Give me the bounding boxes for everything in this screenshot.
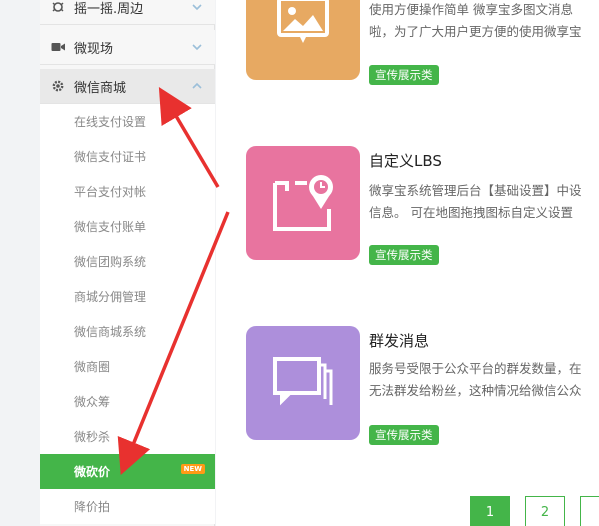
card-desc-line: 服务号受限于公众平台的群发数量，在 bbox=[369, 361, 582, 376]
sidebar-item-label: 微商圈 bbox=[74, 360, 111, 374]
chevron-down-icon[interactable] bbox=[191, 1, 203, 17]
location-map-icon[interactable] bbox=[246, 146, 360, 260]
chevron-up-icon[interactable] bbox=[191, 80, 203, 96]
sidebar-item-commission[interactable]: 商城分佣管理 bbox=[40, 279, 215, 314]
sidebar-item-group-buy[interactable]: 微信团购系统 bbox=[40, 244, 215, 279]
card-desc-line: 信息。 可在地图拖拽图标自定义设置 bbox=[369, 205, 573, 220]
page-button-1[interactable]: 1 bbox=[470, 496, 510, 526]
card-title[interactable]: 自定义LBS bbox=[369, 150, 442, 171]
sidebar-item-platform-reconcile[interactable]: 平台支付对帐 bbox=[40, 174, 215, 209]
left-gutter bbox=[0, 0, 40, 526]
card-desc-line: 使用方便操作简单 微享宝多图文消息 bbox=[369, 2, 573, 17]
card-desc-line: 无法群发给粉丝，这种情况给微信公众 bbox=[369, 383, 582, 398]
video-camera-icon bbox=[50, 39, 66, 55]
category-tag[interactable]: 宣传展示类 bbox=[369, 425, 439, 445]
category-tag[interactable]: 宣传展示类 bbox=[369, 245, 439, 265]
card-description: 使用方便操作简单 微享宝多图文消息 啦，为了广大用户更方便的使用微享宝 bbox=[369, 0, 599, 43]
sidebar-item-label: 微信团购系统 bbox=[74, 255, 147, 269]
sidebar-item-bargain[interactable]: 微砍价 NEW bbox=[40, 454, 215, 489]
main-content: 使用方便操作简单 微享宝多图文消息 啦，为了广大用户更方便的使用微享宝 宣传展示… bbox=[216, 0, 599, 526]
sidebar-item-online-payment[interactable]: 在线支付设置 bbox=[40, 104, 215, 139]
sidebar-item-label: 平台支付对帐 bbox=[74, 185, 147, 199]
sidebar-section-live[interactable]: 微现场 bbox=[40, 30, 215, 65]
image-message-icon[interactable] bbox=[246, 0, 360, 80]
sidebar-item-label: 微信支付证书 bbox=[74, 150, 147, 164]
new-badge: NEW bbox=[180, 464, 205, 474]
sidebar-item-label: 在线支付设置 bbox=[74, 115, 147, 129]
page-button-2[interactable]: 2 bbox=[525, 496, 565, 526]
card-description: 微享宝系统管理后台【基础设置】中设 信息。 可在地图拖拽图标自定义设置 bbox=[369, 180, 599, 224]
sidebar: 摇一摇.周边 微现场 微信商城 在线支付设置 微信支付证书 平台支付对帐 微信支… bbox=[40, 0, 215, 526]
chevron-down-icon[interactable] bbox=[191, 41, 203, 57]
sidebar-item-label: 微信商城系统 bbox=[74, 325, 147, 339]
sidebar-section-mall[interactable]: 微信商城 bbox=[40, 69, 215, 104]
sidebar-item-label: 微众筹 bbox=[74, 395, 111, 409]
gear-icon bbox=[50, 78, 66, 94]
shake-icon bbox=[50, 0, 66, 15]
sidebar-section-shake[interactable]: 摇一摇.周边 bbox=[40, 0, 215, 25]
mass-message-icon[interactable] bbox=[246, 326, 360, 440]
sidebar-item-price-drop-auction[interactable]: 降价拍 bbox=[40, 489, 215, 524]
sidebar-section-label: 微信商城 bbox=[74, 80, 127, 96]
sidebar-item-label: 微信支付账单 bbox=[74, 220, 147, 234]
sidebar-item-label: 商城分佣管理 bbox=[74, 290, 147, 304]
sidebar-item-business-circle[interactable]: 微商圈 bbox=[40, 349, 215, 384]
sidebar-item-wechat-pay-cert[interactable]: 微信支付证书 bbox=[40, 139, 215, 174]
card-desc-line: 啦，为了广大用户更方便的使用微享宝 bbox=[369, 24, 582, 39]
card-desc-line: 微享宝系统管理后台【基础设置】中设 bbox=[369, 183, 582, 198]
sidebar-item-mall-system[interactable]: 微信商城系统 bbox=[40, 314, 215, 349]
sidebar-item-flash-sale[interactable]: 微秒杀 bbox=[40, 419, 215, 454]
category-tag[interactable]: 宣传展示类 bbox=[369, 65, 439, 85]
card-description: 服务号受限于公众平台的群发数量，在 无法群发给粉丝，这种情况给微信公众 bbox=[369, 358, 599, 402]
card-title[interactable]: 群发消息 bbox=[369, 330, 429, 351]
sidebar-item-label: 降价拍 bbox=[74, 500, 111, 514]
sidebar-item-label: 微秒杀 bbox=[74, 430, 111, 444]
page-button-next[interactable] bbox=[580, 496, 599, 526]
sidebar-item-wechat-pay-bill[interactable]: 微信支付账单 bbox=[40, 209, 215, 244]
sidebar-item-crowdfunding[interactable]: 微众筹 bbox=[40, 384, 215, 419]
sidebar-section-label: 摇一摇.周边 bbox=[74, 1, 144, 17]
sidebar-section-label: 微现场 bbox=[74, 41, 114, 57]
sidebar-item-label: 微砍价 bbox=[74, 465, 111, 479]
